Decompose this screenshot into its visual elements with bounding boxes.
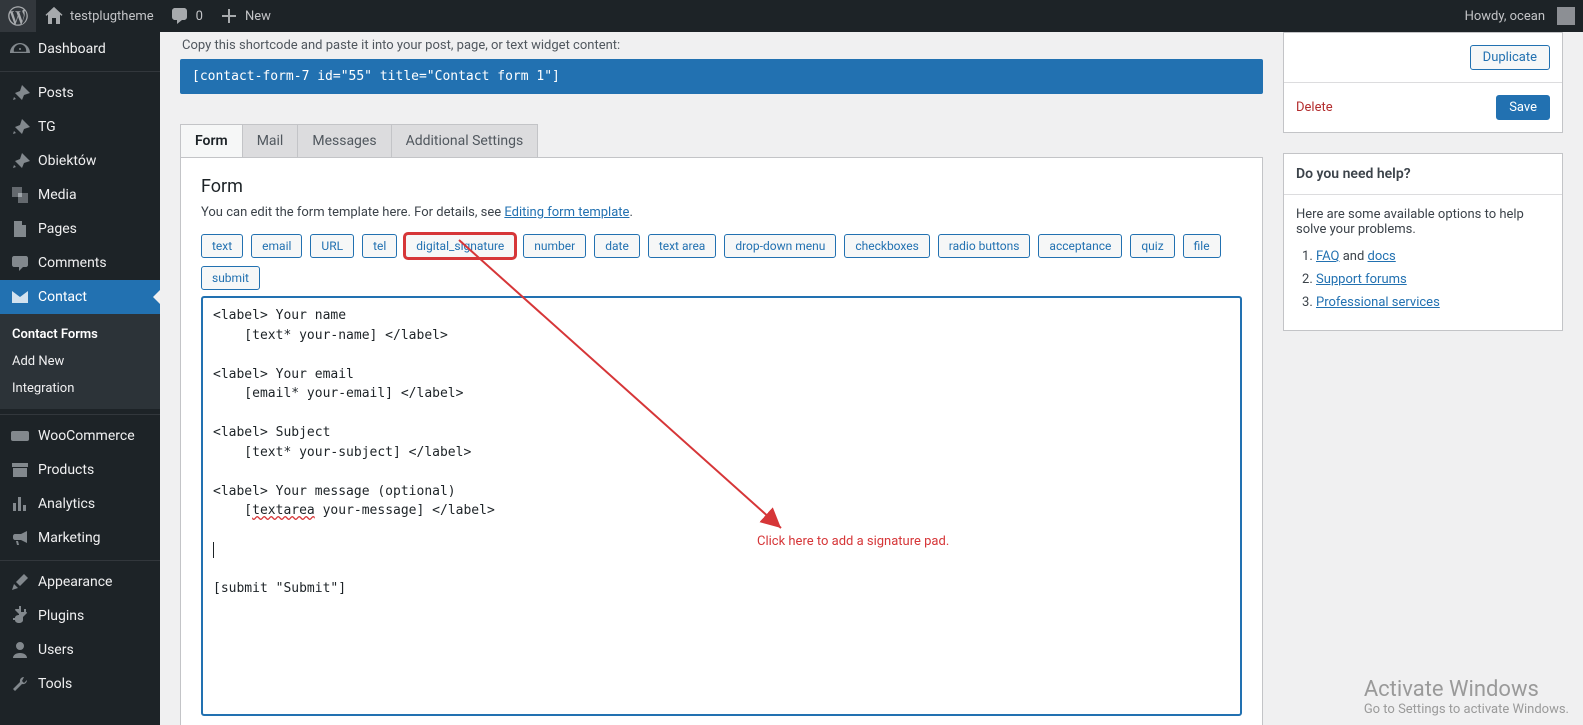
tag-button-tel[interactable]: tel — [362, 234, 397, 258]
howdy-text: Howdy, ocean — [1465, 9, 1545, 24]
tab-mail[interactable]: Mail — [242, 124, 299, 157]
archive-icon — [10, 460, 30, 480]
help-link[interactable]: docs — [1368, 249, 1396, 264]
help-intro: Here are some available options to help … — [1296, 207, 1550, 237]
tag-button-number[interactable]: number — [523, 234, 586, 258]
tag-button-quiz[interactable]: quiz — [1130, 234, 1174, 258]
sidebar-item-contact[interactable]: Contact — [0, 280, 160, 314]
tag-button-file[interactable]: file — [1183, 234, 1221, 258]
comment-icon — [10, 253, 30, 273]
avatar-icon — [1557, 7, 1575, 25]
help-title: Do you need help? — [1284, 154, 1562, 195]
help-item: Professional services — [1316, 295, 1550, 310]
shortcode-box[interactable]: [contact-form-7 id="55" title="Contact f… — [180, 59, 1263, 94]
help-item: FAQ and docs — [1316, 249, 1550, 264]
save-button[interactable]: Save — [1496, 95, 1550, 120]
help-postbox: Do you need help? Here are some availabl… — [1283, 153, 1563, 331]
comment-icon — [170, 6, 190, 26]
submenu-item-add-new[interactable]: Add New — [0, 348, 160, 375]
help-item: Support forums — [1316, 272, 1550, 287]
sidebar-item-woocommerce[interactable]: WooCommerce — [0, 419, 160, 453]
sidebar-item-users[interactable]: Users — [0, 633, 160, 667]
tag-button-submit[interactable]: submit — [201, 266, 260, 290]
tag-generator-buttons: text email URL tel digital_signature number da… — [201, 234, 1242, 290]
media-icon — [10, 185, 30, 205]
sidebar-item-tools[interactable]: Tools — [0, 667, 160, 701]
dashboard-icon — [10, 39, 30, 59]
user-icon — [10, 640, 30, 660]
help-link[interactable]: Professional services — [1316, 295, 1440, 310]
tag-button-digital-signature[interactable]: digital_signature — [405, 234, 515, 258]
pin-icon — [10, 117, 30, 137]
tag-button-acceptance[interactable]: acceptance — [1038, 234, 1122, 258]
content-area: Copy this shortcode and paste it into yo… — [160, 32, 1583, 725]
sidebar-item-tg[interactable]: TG — [0, 110, 160, 144]
wordpress-icon — [8, 6, 28, 26]
form-code-editor[interactable]: <label> Your name [text* your-name] </la… — [201, 296, 1242, 716]
submenu-item-integration[interactable]: Integration — [0, 375, 160, 402]
delete-link[interactable]: Delete — [1296, 100, 1333, 115]
admin-toolbar: testplugtheme 0 New Howdy, ocean — [0, 0, 1583, 32]
help-link[interactable]: Support forums — [1316, 272, 1407, 287]
mail-icon — [10, 287, 30, 307]
tag-button-URL[interactable]: URL — [310, 234, 354, 258]
sidebar-item-posts[interactable]: Posts — [0, 76, 160, 110]
duplicate-button[interactable]: Duplicate — [1470, 45, 1550, 70]
sidebar-item-media[interactable]: Media — [0, 178, 160, 212]
comments-link[interactable]: 0 — [162, 0, 211, 32]
sidebar-item-obiektów[interactable]: Obiektów — [0, 144, 160, 178]
woo-icon — [10, 426, 30, 446]
tag-button-date[interactable]: date — [594, 234, 640, 258]
site-link[interactable]: testplugtheme — [36, 0, 162, 32]
brush-icon — [10, 572, 30, 592]
form-panel: Form You can edit the form template here… — [180, 158, 1263, 725]
tag-button-email[interactable]: email — [251, 234, 302, 258]
plus-icon — [219, 6, 239, 26]
tag-button-radio-buttons[interactable]: radio buttons — [938, 234, 1031, 258]
comments-count: 0 — [196, 9, 203, 24]
analytics-icon — [10, 494, 30, 514]
sidebar-item-analytics[interactable]: Analytics — [0, 487, 160, 521]
howdy[interactable]: Howdy, ocean — [1457, 0, 1583, 32]
panel-heading: Form — [201, 176, 1242, 197]
megaphone-icon — [10, 528, 30, 548]
tab-list: FormMailMessagesAdditional Settings — [180, 124, 1263, 158]
new-label: New — [245, 9, 271, 24]
pin-icon — [10, 83, 30, 103]
tab-additional-settings[interactable]: Additional Settings — [391, 124, 539, 157]
form-desc: You can edit the form template here. For… — [201, 205, 1242, 220]
tool-icon — [10, 674, 30, 694]
wp-logo[interactable] — [0, 0, 36, 32]
help-link[interactable]: FAQ — [1316, 249, 1339, 264]
admin-sidebar: Dashboard PostsTGObiektówMediaPagesCommen… — [0, 32, 160, 725]
page-icon — [10, 219, 30, 239]
sidebar-item-plugins[interactable]: Plugins — [0, 599, 160, 633]
save-postbox: Duplicate Delete Save — [1283, 32, 1563, 133]
shortcode-hint: Copy this shortcode and paste it into yo… — [180, 32, 1263, 59]
tab-form[interactable]: Form — [180, 124, 243, 157]
pin-icon — [10, 151, 30, 171]
sidebar-item-appearance[interactable]: Appearance — [0, 565, 160, 599]
editing-template-link[interactable]: Editing form template — [504, 205, 629, 220]
sidebar-item-dashboard[interactable]: Dashboard — [0, 32, 160, 66]
sidebar-item-comments[interactable]: Comments — [0, 246, 160, 280]
tag-button-text[interactable]: text — [201, 234, 243, 258]
sidebar-item-pages[interactable]: Pages — [0, 212, 160, 246]
plug-icon — [10, 606, 30, 626]
tab-messages[interactable]: Messages — [297, 124, 391, 157]
sidebar-item-products[interactable]: Products — [0, 453, 160, 487]
help-list: FAQ and docs Support forums Professional s… — [1296, 249, 1550, 310]
tag-button-text-area[interactable]: text area — [648, 234, 717, 258]
submenu-item-contact-forms[interactable]: Contact Forms — [0, 321, 160, 348]
home-icon — [44, 6, 64, 26]
sidebar-item-marketing[interactable]: Marketing — [0, 521, 160, 555]
site-name: testplugtheme — [70, 9, 154, 24]
tag-button-drop-down-menu[interactable]: drop-down menu — [724, 234, 836, 258]
tag-button-checkboxes[interactable]: checkboxes — [844, 234, 929, 258]
new-link[interactable]: New — [211, 0, 279, 32]
